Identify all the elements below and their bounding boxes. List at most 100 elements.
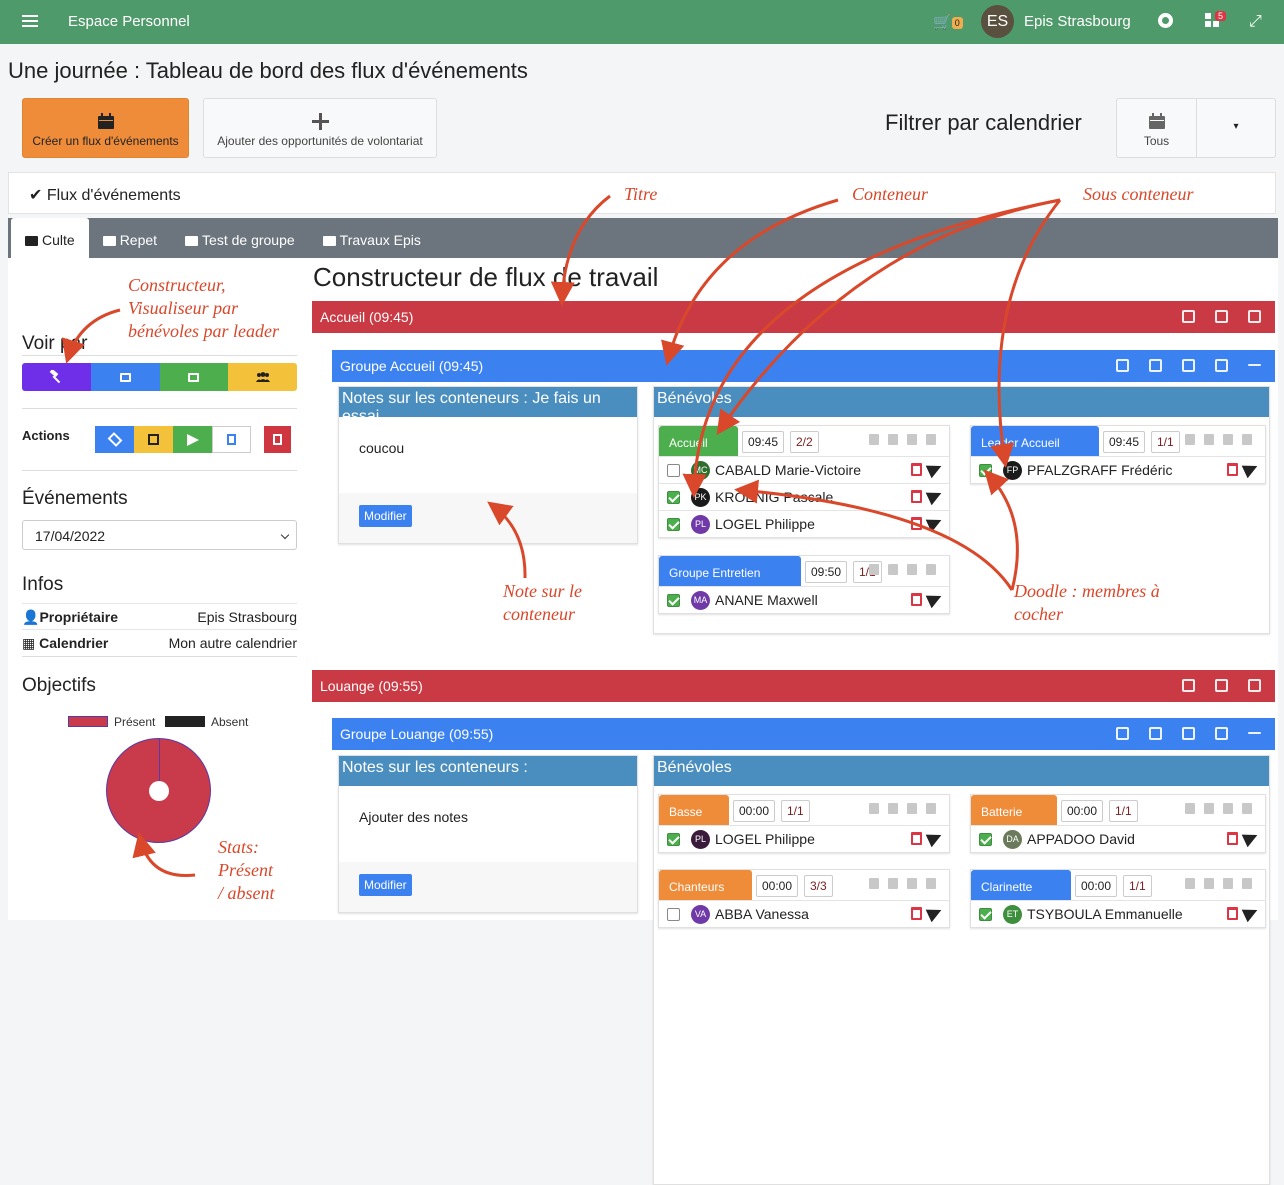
- sub-container-tab[interactable]: Batterie: [971, 795, 1057, 825]
- collapse-minus-icon[interactable]: [1248, 364, 1261, 366]
- file-icon[interactable]: [888, 434, 898, 445]
- send-icon[interactable]: [907, 564, 917, 575]
- send-icon[interactable]: [1223, 878, 1233, 889]
- user-icon[interactable]: [869, 564, 879, 575]
- send-message-icon[interactable]: [925, 486, 945, 506]
- send-message-icon[interactable]: [925, 513, 945, 533]
- trash-icon[interactable]: [1248, 679, 1261, 692]
- send-message-icon[interactable]: [925, 459, 945, 479]
- add-volunteer-opportunities-button[interactable]: Ajouter des opportunités de volontariat: [203, 98, 437, 158]
- member-checkbox[interactable]: [979, 833, 992, 846]
- member-checkbox[interactable]: [667, 464, 680, 477]
- trash-icon[interactable]: [1242, 803, 1252, 814]
- send-icon[interactable]: [907, 434, 917, 445]
- leader-view-users-icon[interactable]: [228, 363, 297, 391]
- member-checkbox[interactable]: [979, 464, 992, 477]
- collapse-minus-icon[interactable]: [1248, 732, 1261, 734]
- user-icon[interactable]: [1185, 878, 1195, 889]
- send-icon[interactable]: [1182, 727, 1195, 740]
- sub-container-tab[interactable]: Clarinette: [971, 870, 1071, 900]
- remove-member-trash-icon[interactable]: [911, 490, 922, 503]
- send-message-icon[interactable]: [925, 589, 945, 609]
- remove-member-trash-icon[interactable]: [1227, 907, 1238, 920]
- user-name[interactable]: Epis Strasbourg: [1024, 13, 1131, 30]
- layers-icon[interactable]: [1116, 727, 1129, 740]
- sub-container-tab[interactable]: Chanteurs: [659, 870, 752, 900]
- filter-dropdown-chevron-down-icon[interactable]: ▾: [1197, 99, 1275, 157]
- user-icon[interactable]: [869, 434, 879, 445]
- modify-notes-button[interactable]: Modifier: [359, 505, 412, 527]
- fullscreen-icon[interactable]: ⤢: [1249, 13, 1262, 31]
- cart-icon[interactable]: 🛒 0: [933, 13, 963, 31]
- edit-button[interactable]: [134, 426, 173, 453]
- trash-icon[interactable]: [1215, 359, 1228, 372]
- remove-member-trash-icon[interactable]: [911, 832, 922, 845]
- send-message-icon[interactable]: [1241, 459, 1261, 479]
- send-icon[interactable]: [907, 878, 917, 889]
- sub-container-tab[interactable]: Basse: [659, 795, 729, 825]
- member-checkbox[interactable]: [667, 518, 680, 531]
- trash-icon[interactable]: [1242, 878, 1252, 889]
- remove-member-trash-icon[interactable]: [1227, 832, 1238, 845]
- user-icon[interactable]: [869, 803, 879, 814]
- remove-member-trash-icon[interactable]: [911, 593, 922, 606]
- layers-icon[interactable]: [1182, 310, 1195, 323]
- sub-container-tab[interactable]: Accueil: [659, 426, 738, 456]
- sub-container-tab[interactable]: Leader Accueil: [971, 426, 1099, 456]
- send-message-icon[interactable]: [1241, 828, 1261, 848]
- event-date-select[interactable]: 17/04/2022: [22, 520, 297, 550]
- remove-member-trash-icon[interactable]: [911, 907, 922, 920]
- remove-member-trash-icon[interactable]: [911, 463, 922, 476]
- edit-icon[interactable]: [1215, 310, 1228, 323]
- remove-member-trash-icon[interactable]: [1227, 463, 1238, 476]
- hamburger-menu-icon[interactable]: [22, 12, 38, 30]
- help-lifebuoy-icon[interactable]: [1158, 13, 1173, 28]
- file-icon[interactable]: [888, 803, 898, 814]
- trash-icon[interactable]: [1215, 727, 1228, 740]
- apps-grid-icon[interactable]: 5: [1205, 11, 1227, 28]
- member-checkbox[interactable]: [667, 908, 680, 921]
- send-button[interactable]: [173, 426, 212, 453]
- container-title-bar[interactable]: Louange (09:55): [312, 670, 1275, 702]
- send-icon[interactable]: [1223, 803, 1233, 814]
- file-icon[interactable]: [1204, 878, 1214, 889]
- list-view-icon[interactable]: [90, 363, 160, 391]
- calendar-filter-all-button[interactable]: Tous: [1117, 99, 1197, 157]
- tab-test-de-groupe[interactable]: Test de groupe: [171, 218, 309, 258]
- send-icon[interactable]: [907, 803, 917, 814]
- send-icon[interactable]: [1223, 434, 1233, 445]
- trash-icon[interactable]: [1242, 434, 1252, 445]
- edit-icon[interactable]: [1149, 359, 1162, 372]
- member-checkbox[interactable]: [979, 908, 992, 921]
- layers-icon[interactable]: [1182, 679, 1195, 692]
- group-container-bar[interactable]: Groupe Louange (09:55): [332, 718, 1275, 750]
- trash-icon[interactable]: [926, 803, 936, 814]
- trash-icon[interactable]: [926, 878, 936, 889]
- send-icon[interactable]: [1182, 359, 1195, 372]
- copy-button[interactable]: [212, 426, 251, 453]
- file-icon[interactable]: [1204, 434, 1214, 445]
- member-checkbox[interactable]: [667, 594, 680, 607]
- modify-notes-button[interactable]: Modifier: [359, 874, 412, 896]
- file-icon[interactable]: [888, 564, 898, 575]
- volunteers-view-icon[interactable]: [159, 363, 229, 391]
- trash-icon[interactable]: [926, 434, 936, 445]
- create-flux-button[interactable]: Créer un flux d'événements: [22, 98, 189, 158]
- member-checkbox[interactable]: [667, 833, 680, 846]
- send-message-icon[interactable]: [925, 828, 945, 848]
- tab-culte[interactable]: Culte: [11, 218, 89, 258]
- layers-icon[interactable]: [1116, 359, 1129, 372]
- app-title[interactable]: Espace Personnel: [68, 13, 190, 30]
- trash-icon[interactable]: [926, 564, 936, 575]
- container-title-bar[interactable]: Accueil (09:45): [312, 301, 1275, 333]
- avatar[interactable]: ES: [981, 5, 1014, 38]
- user-icon[interactable]: [869, 878, 879, 889]
- remove-member-trash-icon[interactable]: [911, 517, 922, 530]
- edit-icon[interactable]: [1149, 727, 1162, 740]
- file-icon[interactable]: [888, 878, 898, 889]
- group-container-bar[interactable]: Groupe Accueil (09:45): [332, 350, 1275, 382]
- builder-view-hammer-icon[interactable]: [22, 363, 91, 391]
- edit-icon[interactable]: [1215, 679, 1228, 692]
- delete-button[interactable]: [264, 426, 291, 453]
- file-icon[interactable]: [1204, 803, 1214, 814]
